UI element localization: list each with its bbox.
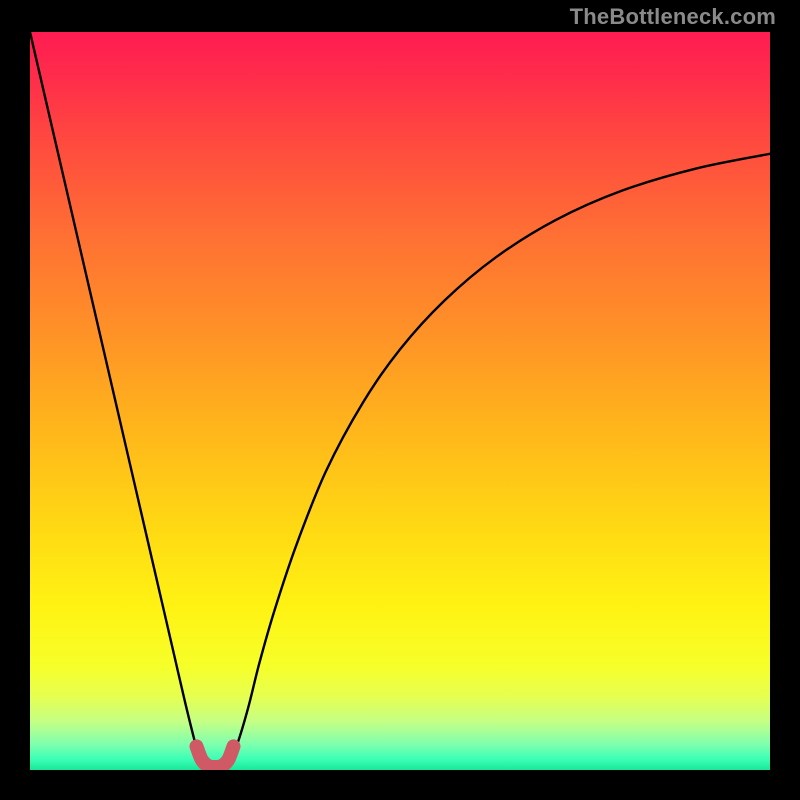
plot-area	[30, 32, 770, 770]
watermark-text: TheBottleneck.com	[570, 4, 776, 30]
curve-layer	[30, 32, 770, 770]
valley-marker	[197, 746, 234, 767]
bottleneck-curve	[30, 32, 770, 767]
chart-frame: TheBottleneck.com	[0, 0, 800, 800]
